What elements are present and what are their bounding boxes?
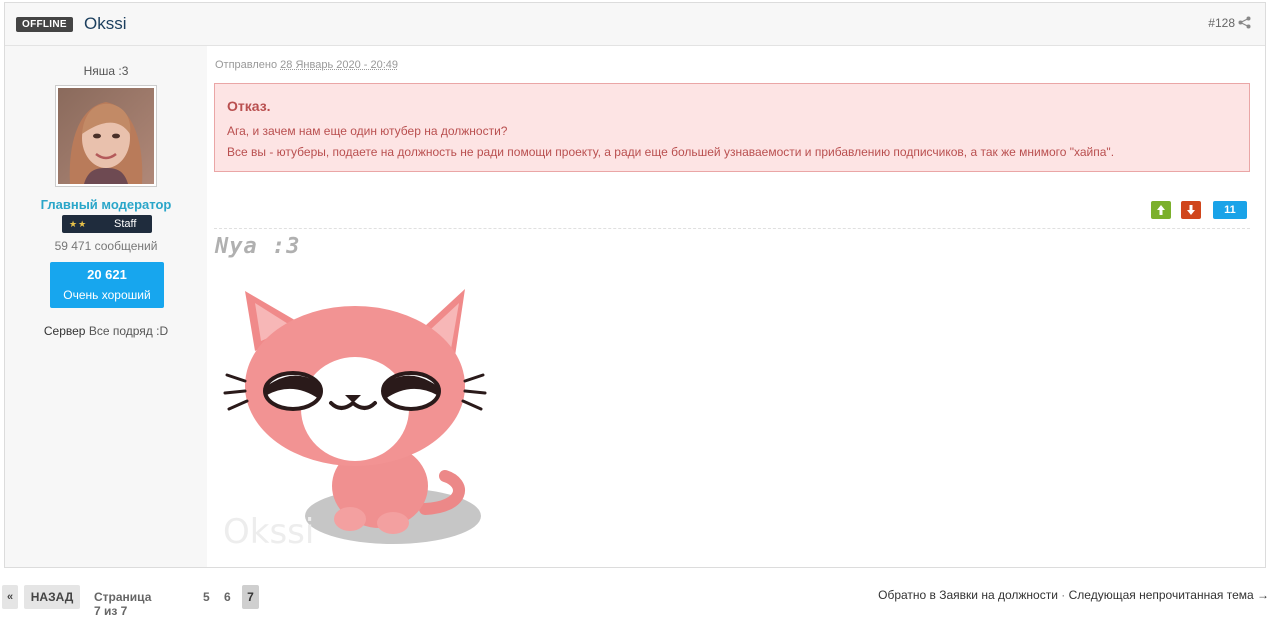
- post-header: OFFLINE Okssi #128: [5, 3, 1265, 46]
- status-badge: OFFLINE: [16, 17, 73, 32]
- vote-up-button[interactable]: [1151, 201, 1171, 219]
- signature-text: Nya :3: [215, 234, 301, 259]
- pagination-page-6[interactable]: 6: [224, 590, 231, 604]
- avatar[interactable]: [55, 85, 157, 187]
- back-to-forum-link[interactable]: Обратно в Заявки на должности: [878, 588, 1058, 602]
- post-number-link[interactable]: #128: [1208, 16, 1235, 30]
- reputation-box: 20 621 Очень хороший: [50, 262, 164, 308]
- reputation-value: 20 621: [87, 267, 127, 282]
- arrow-down-icon: [1187, 205, 1195, 215]
- pagination-info[interactable]: Страница 7 из 7: [94, 590, 151, 618]
- posted-date-line: Отправлено 28 Январь 2020 - 20:49: [215, 59, 398, 71]
- pagination-page-5[interactable]: 5: [203, 590, 210, 604]
- pagination-prev-button[interactable]: «: [2, 585, 18, 609]
- posted-prefix: Отправлено: [215, 59, 278, 71]
- signature-watermark: Okssi: [223, 512, 314, 552]
- notice-line-1: Ага, и зачем нам еще один ютубер на долж…: [227, 124, 508, 138]
- avatar-image: [58, 88, 154, 184]
- staff-label: Staff: [114, 218, 137, 230]
- link-separator: ·: [1061, 588, 1066, 602]
- share-icon[interactable]: [1238, 16, 1251, 29]
- posted-date: 28 Январь 2020 - 20:49: [280, 59, 398, 71]
- forum-post: OFFLINE Okssi #128 Няша :3 Главный модер…: [4, 2, 1266, 568]
- pagination-page-current[interactable]: 7: [242, 585, 259, 609]
- post-count: 59 471 сообщений: [54, 239, 158, 253]
- notice-line-2: Все вы - ютуберы, подаете на должность н…: [227, 145, 1115, 159]
- notice-title: Отказ.: [227, 98, 271, 114]
- server-value: Все подряд :D: [88, 324, 169, 338]
- footer-links: Обратно в Заявки на должности · Следующа…: [878, 588, 1269, 602]
- signature-divider: [214, 228, 1250, 229]
- server-label: Сервер: [43, 324, 86, 338]
- post-content: Отправлено 28 Январь 2020 - 20:49 Отказ.…: [207, 46, 1265, 567]
- reputation-count[interactable]: 11: [1213, 201, 1247, 219]
- group-name: Главный модератор: [40, 197, 172, 212]
- vote-down-button[interactable]: [1181, 201, 1201, 219]
- pagination-back-button[interactable]: НАЗАД: [24, 585, 80, 609]
- reputation-label: Очень хороший: [63, 288, 151, 302]
- signature-cat-image: Okssi: [215, 271, 498, 554]
- arrow-up-icon: [1157, 205, 1165, 215]
- star-icon: ★★: [69, 219, 88, 229]
- author-panel: Няша :3 Главный модератор ★★ Staff 59 47…: [5, 46, 207, 567]
- user-title: Няша :3: [83, 64, 129, 78]
- next-unread-link[interactable]: Следующая непрочитанная тема →: [1069, 588, 1269, 602]
- author-name-link[interactable]: Okssi: [84, 14, 127, 34]
- rejection-notice: Отказ. Ага, и зачем нам еще один ютубер …: [214, 83, 1250, 172]
- staff-badge: ★★ Staff: [62, 215, 152, 233]
- server-field: Сервер Все подряд :D: [5, 324, 207, 338]
